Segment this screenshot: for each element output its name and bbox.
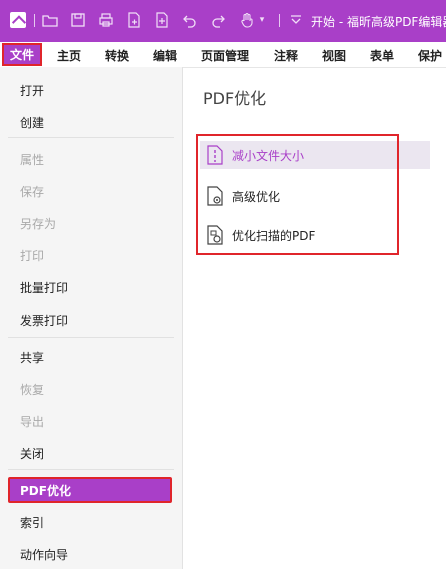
menu-home[interactable]: 主页 bbox=[57, 47, 81, 64]
toolbar-separator bbox=[34, 14, 35, 27]
toolbar-separator bbox=[279, 14, 280, 27]
options-highlight-box bbox=[196, 134, 399, 255]
sidebar-item-save-as: 另存为 bbox=[20, 217, 57, 231]
menu-page-management[interactable]: 页面管理 bbox=[201, 47, 249, 64]
open-folder-icon[interactable] bbox=[42, 12, 58, 28]
sidebar-item-pdf-optimize[interactable]: PDF优化 bbox=[8, 477, 172, 503]
sidebar-item-batch-print[interactable]: 批量打印 bbox=[20, 279, 68, 296]
menu-edit[interactable]: 编辑 bbox=[153, 47, 177, 64]
print-icon[interactable] bbox=[98, 12, 114, 28]
menu-view[interactable]: 视图 bbox=[322, 47, 346, 64]
sidebar-divider bbox=[8, 337, 174, 338]
hand-tool-icon[interactable] bbox=[239, 12, 255, 28]
sidebar-item-save: 保存 bbox=[20, 185, 45, 199]
menu-file[interactable]: 文件 bbox=[2, 43, 42, 66]
sidebar-item-create[interactable]: 创建 bbox=[20, 114, 44, 131]
sidebar-item-export: 导出 bbox=[20, 415, 45, 429]
title-bar: ▾ 开始 - 福昕高级PDF编辑器 bbox=[0, 0, 446, 42]
undo-icon[interactable] bbox=[182, 12, 198, 28]
sidebar-item-properties: 属性 bbox=[20, 153, 45, 167]
add-page-icon[interactable] bbox=[154, 12, 170, 28]
sidebar-item-action-wizard[interactable]: 动作向导 bbox=[20, 546, 68, 563]
sidebar-item-close[interactable]: 关闭 bbox=[20, 445, 44, 462]
dropdown-icon[interactable]: ▾ bbox=[257, 12, 267, 28]
redo-icon[interactable] bbox=[210, 12, 226, 28]
menu-comment[interactable]: 注释 bbox=[274, 47, 298, 64]
new-doc-icon[interactable] bbox=[126, 12, 142, 28]
sidebar-item-print: 打印 bbox=[20, 249, 45, 263]
save-icon[interactable] bbox=[70, 12, 86, 28]
menu-bar: 主页 转换 编辑 页面管理 注释 视图 表单 保护 bbox=[0, 42, 446, 68]
menu-protect[interactable]: 保护 bbox=[418, 47, 442, 64]
window-title: 开始 - 福昕高级PDF编辑器 bbox=[311, 15, 446, 29]
customize-dropdown-icon[interactable] bbox=[288, 12, 304, 28]
sidebar-item-index[interactable]: 索引 bbox=[20, 514, 44, 531]
page-title: PDF优化 bbox=[203, 89, 267, 108]
sidebar-item-share[interactable]: 共享 bbox=[20, 349, 44, 366]
menu-form[interactable]: 表单 bbox=[370, 47, 394, 64]
sidebar-divider bbox=[8, 137, 174, 138]
sidebar-item-restore: 恢复 bbox=[20, 383, 45, 397]
app-logo-icon bbox=[10, 12, 26, 28]
sidebar-item-invoice-print[interactable]: 发票打印 bbox=[20, 312, 68, 329]
menu-convert[interactable]: 转换 bbox=[105, 47, 129, 64]
sidebar-divider bbox=[8, 469, 174, 470]
sidebar-item-open[interactable]: 打开 bbox=[20, 82, 44, 99]
